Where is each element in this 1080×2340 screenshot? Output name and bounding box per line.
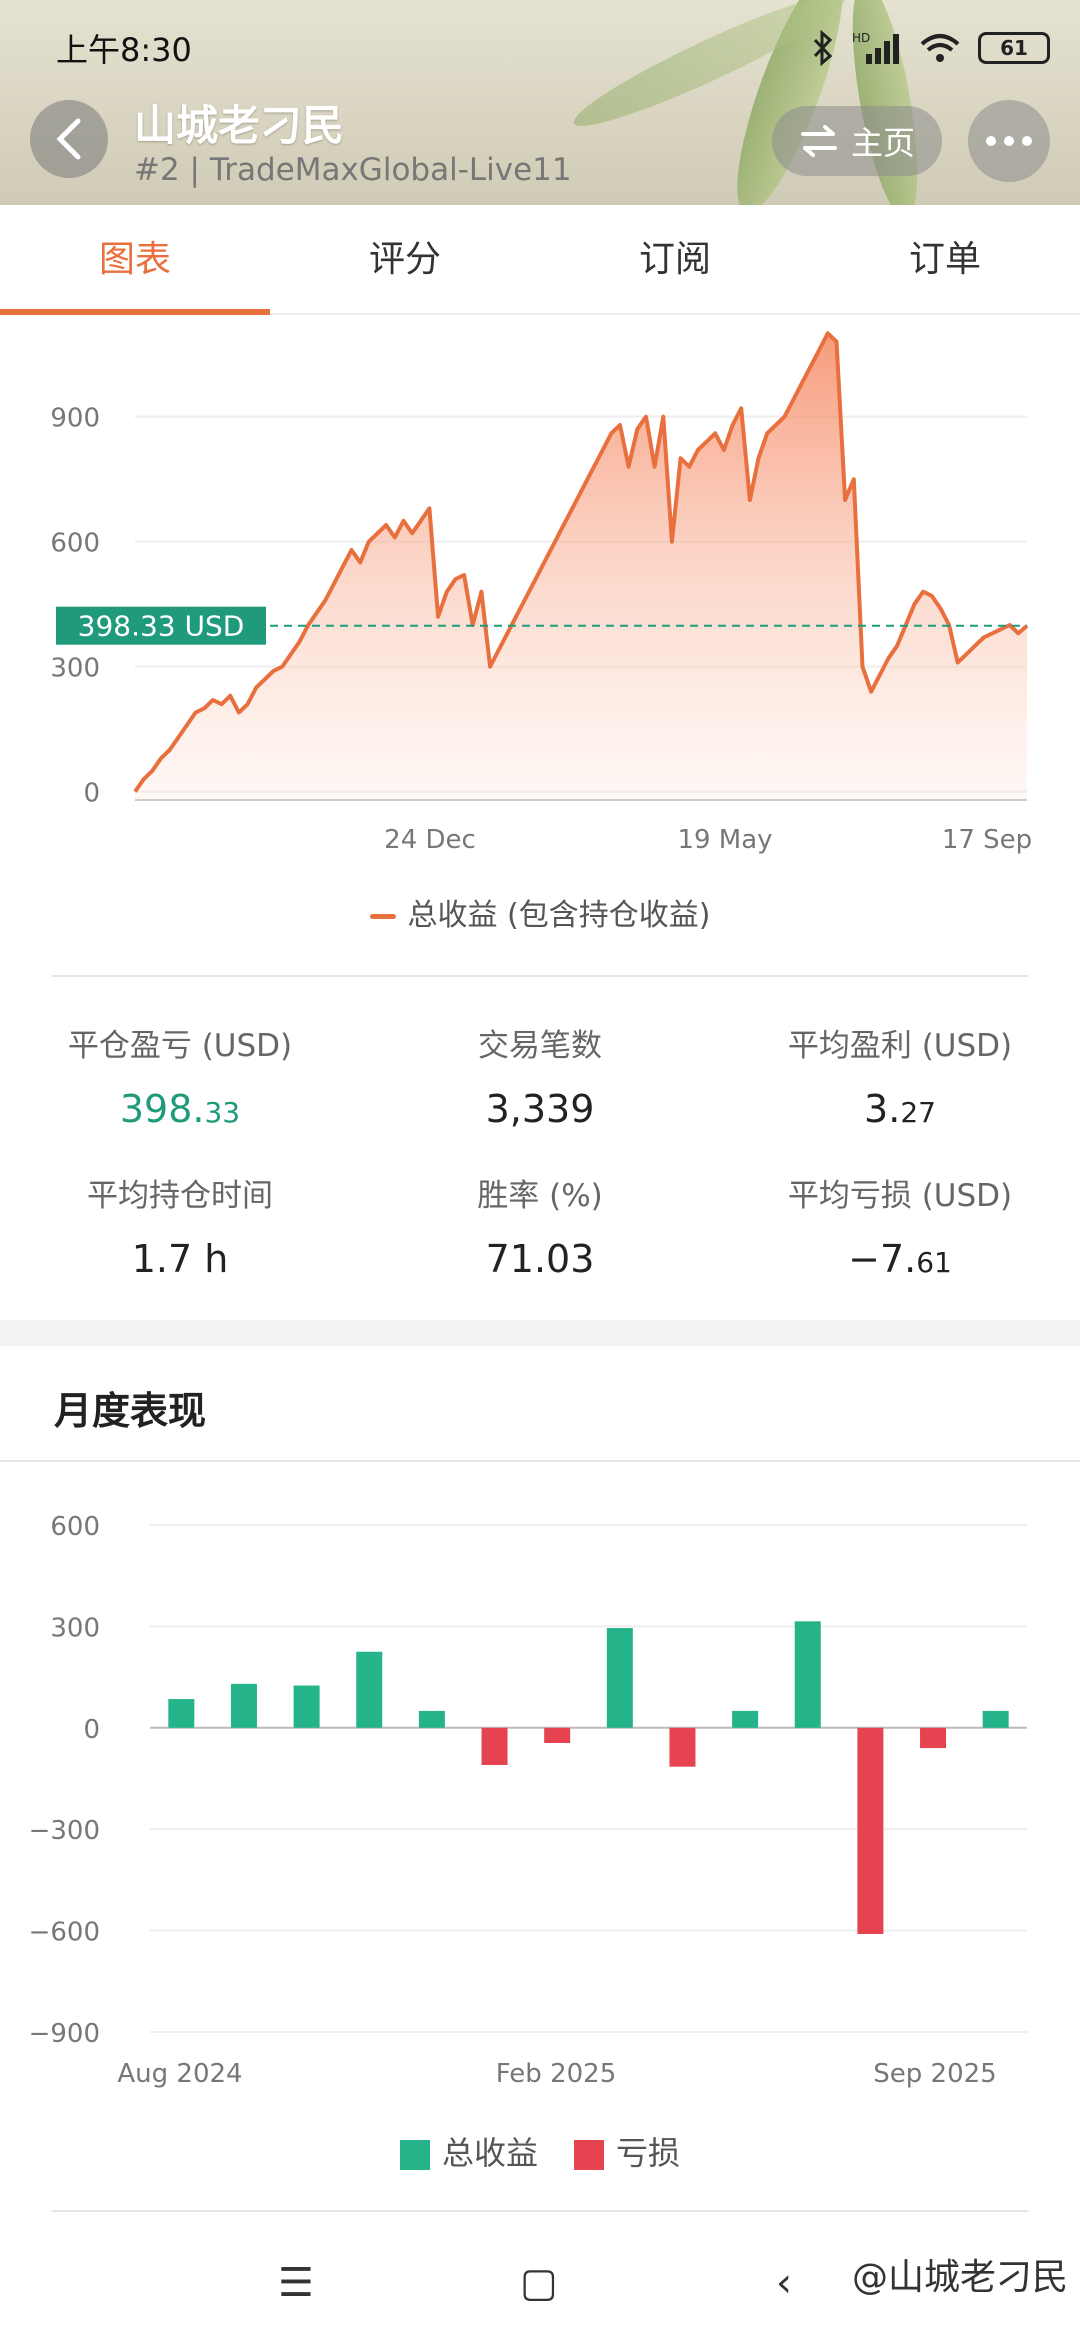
chevron-left-icon bbox=[56, 118, 81, 160]
stat-label: 平均亏损 (USD) bbox=[787, 1178, 1013, 1214]
stat-value: −7.61 bbox=[848, 1237, 952, 1281]
profit-bar bbox=[293, 1685, 320, 1728]
profile-subtitle: #2 | TradeMaxGlobal-Live11 bbox=[134, 152, 572, 188]
tab-bar: 图表 评分 订阅 订单 bbox=[0, 205, 1080, 315]
y-tick-label: −300 bbox=[29, 1816, 100, 1846]
tab-subscribe[interactable]: 订阅 bbox=[540, 205, 810, 313]
profit-bar bbox=[418, 1710, 445, 1728]
back-icon[interactable]: ‹ bbox=[776, 2260, 792, 2306]
stat-trades: 交易笔数 3,339 bbox=[360, 1020, 720, 1131]
profile-title: 山城老刁民 bbox=[134, 101, 345, 150]
menu-icon[interactable]: ☰ bbox=[278, 2260, 314, 2306]
stat-value: 3,339 bbox=[485, 1087, 595, 1131]
y-tick-label: 300 bbox=[50, 1613, 100, 1643]
x-tick-label: Aug 2024 bbox=[117, 2059, 242, 2089]
stat-label: 平仓盈亏 (USD) bbox=[67, 1028, 293, 1064]
stat-closed-pnl: 平仓盈亏 (USD) 398.33 bbox=[0, 1020, 360, 1131]
back-button[interactable] bbox=[30, 100, 108, 178]
monthly-chart-legend: 总收益 亏损 bbox=[0, 2128, 1080, 2174]
stat-value: 1.7 h bbox=[131, 1237, 229, 1281]
home-icon[interactable]: ▢ bbox=[520, 2260, 558, 2306]
equity-area-fill bbox=[135, 333, 1027, 800]
monthly-bar-chart[interactable]: −900 −600 −300 0 300 600 Aug 2024 Feb 2025 Sep 2… bbox=[0, 1470, 1080, 2120]
legend-profit: 总收益 bbox=[399, 2128, 538, 2174]
legend-loss: 亏损 bbox=[574, 2128, 680, 2174]
profile-header: 上午8:30 HD 61 山城老刁民 #2 | TradeMaxGlobal-L… bbox=[0, 0, 1080, 205]
status-time: 上午8:30 bbox=[56, 31, 192, 69]
legend-label: 总收益 (包含持仓收益) bbox=[407, 898, 711, 933]
status-bar: 上午8:30 HD 61 bbox=[56, 20, 1050, 76]
tab-chart[interactable]: 图表 bbox=[0, 205, 270, 315]
y-tick-label: 600 bbox=[50, 529, 100, 559]
home-button-label: 主页 bbox=[850, 124, 915, 162]
battery-icon: 61 bbox=[978, 32, 1050, 64]
loss-bar bbox=[481, 1727, 508, 1765]
stat-win-rate: 胜率 (%) 71.03 bbox=[360, 1170, 720, 1281]
stat-value: 71.03 bbox=[485, 1237, 595, 1281]
y-tick-label: 900 bbox=[50, 404, 100, 434]
stat-label: 交易笔数 bbox=[478, 1028, 602, 1064]
current-value-label: 398.33 USD bbox=[78, 610, 245, 643]
section-divider bbox=[52, 2210, 1028, 2212]
stat-avg-profit: 平均盈利 (USD) 3.27 bbox=[720, 1020, 1080, 1131]
loss-bar bbox=[857, 1727, 884, 1934]
profit-bar bbox=[606, 1628, 633, 1728]
legend-loss-swatch bbox=[574, 2140, 604, 2170]
signal-icon: HD bbox=[852, 31, 899, 64]
dot-icon bbox=[1022, 136, 1032, 146]
monthly-section-title: 月度表现 bbox=[54, 1389, 207, 1433]
section-divider bbox=[0, 1460, 1080, 1462]
loss-bar bbox=[669, 1727, 696, 1767]
y-tick-label: 0 bbox=[83, 1715, 100, 1745]
watermark: @山城老刁民 bbox=[851, 2257, 1068, 2298]
equity-chart-legend: 总收益 (包含持仓收益) bbox=[0, 890, 1080, 934]
wifi-icon bbox=[920, 34, 960, 62]
home-button[interactable]: 主页 bbox=[772, 106, 942, 176]
profit-bar bbox=[732, 1710, 759, 1728]
profit-bar bbox=[794, 1621, 821, 1728]
loss-bar bbox=[544, 1727, 571, 1744]
legend-line-swatch bbox=[369, 914, 396, 919]
section-divider bbox=[52, 975, 1028, 977]
y-tick-label: −600 bbox=[29, 1918, 100, 1948]
tab-rating[interactable]: 评分 bbox=[270, 205, 540, 313]
more-options-button[interactable] bbox=[968, 100, 1050, 182]
tab-orders[interactable]: 订单 bbox=[810, 205, 1080, 313]
profit-bar bbox=[230, 1683, 257, 1728]
x-tick-label: 17 Sep bbox=[942, 825, 1032, 855]
stat-label: 平均盈利 (USD) bbox=[787, 1028, 1013, 1064]
stat-label: 胜率 (%) bbox=[477, 1178, 603, 1214]
profit-bar bbox=[168, 1699, 195, 1728]
equity-area-chart[interactable]: 0 300 600 900 398.33 USD 24 Dec 19 May 17 Sep bbox=[0, 315, 1080, 875]
stat-value: 398.33 bbox=[119, 1087, 241, 1131]
bluetooth-icon bbox=[813, 30, 833, 66]
profit-bar bbox=[356, 1651, 383, 1728]
x-tick-label: Feb 2025 bbox=[496, 2059, 616, 2089]
dot-icon bbox=[1004, 136, 1014, 146]
y-tick-label: 300 bbox=[50, 654, 100, 684]
swap-icon bbox=[800, 125, 837, 157]
profit-bar bbox=[982, 1710, 1009, 1728]
loss-bar bbox=[920, 1727, 947, 1749]
stat-label: 平均持仓时间 bbox=[87, 1178, 273, 1214]
network-type-label: HD bbox=[852, 31, 870, 45]
x-tick-label: Sep 2025 bbox=[873, 2059, 996, 2089]
y-tick-label: 600 bbox=[50, 1512, 100, 1542]
stat-avg-loss: 平均亏损 (USD) −7.61 bbox=[720, 1170, 1080, 1281]
legend-profit-swatch bbox=[399, 2140, 430, 2170]
y-tick-label: 0 bbox=[83, 779, 100, 809]
x-tick-label: 24 Dec bbox=[384, 825, 476, 855]
x-tick-label: 19 May bbox=[677, 825, 772, 855]
y-tick-label: −900 bbox=[29, 2019, 100, 2049]
stat-value: 3.27 bbox=[864, 1087, 936, 1131]
section-gap bbox=[0, 1320, 1080, 1346]
dot-icon bbox=[986, 136, 996, 146]
stat-avg-hold: 平均持仓时间 1.7 h bbox=[0, 1170, 360, 1281]
